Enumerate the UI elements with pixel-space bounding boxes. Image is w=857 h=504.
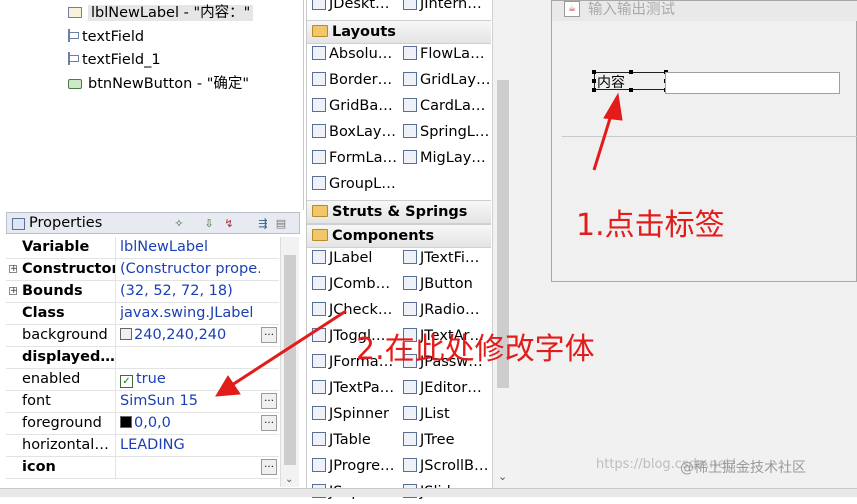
- annotation-step2: 2.在此处修改字体: [356, 332, 595, 367]
- watermark-brand: @稀土掘金技术社区: [680, 460, 806, 476]
- annotation-arrows: [215, 92, 623, 397]
- arrowhead-up: [603, 92, 623, 121]
- arrowhead-down: [215, 375, 241, 397]
- arrow-to-label: [592, 111, 614, 171]
- annotation-step1: 1.点击标签: [576, 208, 725, 243]
- arrow-to-font: [231, 309, 347, 387]
